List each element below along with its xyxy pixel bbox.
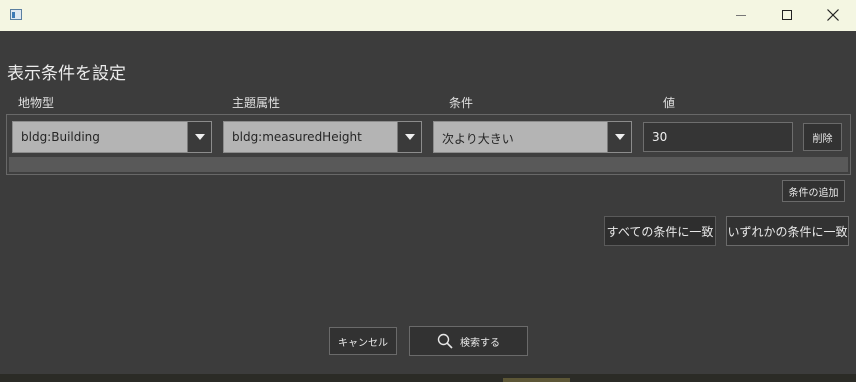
search-button-label: 検索する [460,337,500,349]
match-any-condition-button[interactable]: いずれかの条件に一致 [726,216,849,246]
minimize-icon[interactable] [718,0,764,31]
search-button[interactable]: 検索する [409,326,528,356]
cancel-button[interactable]: キャンセル [329,327,397,355]
chevron-down-icon[interactable] [187,122,211,152]
close-icon[interactable] [810,0,856,31]
condition-operator-select[interactable]: 次より大きい [433,121,632,153]
taskbar-strip [0,374,856,382]
column-header-value: 値 [663,96,676,110]
feature-type-value: bldg:Building [21,130,100,144]
window-titlebar [0,0,856,31]
search-icon [437,333,453,349]
match-all-conditions-button[interactable]: すべての条件に一致 [604,216,716,246]
feature-type-select[interactable]: bldg:Building [12,121,212,153]
chevron-down-icon[interactable] [397,122,421,152]
chevron-down-icon[interactable] [607,122,631,152]
attribute-select[interactable]: bldg:measuredHeight [223,121,422,153]
taskbar-accent [503,378,570,382]
condition-operator-value: 次より大きい [442,132,514,146]
column-header-condition: 条件 [449,96,474,110]
window-app-icon [10,9,22,20]
column-header-feature-type: 地物型 [18,96,55,110]
condition-rows-scroll-area [9,157,848,172]
attribute-value: bldg:measuredHeight [232,130,362,144]
condition-value-input[interactable] [643,122,793,152]
maximize-icon[interactable] [764,0,810,31]
delete-condition-button[interactable]: 削除 [803,123,842,151]
column-header-attribute: 主題属性 [232,96,281,110]
add-condition-button[interactable]: 条件の追加 [782,180,845,202]
dialog-title: 表示条件を設定 [7,64,126,84]
